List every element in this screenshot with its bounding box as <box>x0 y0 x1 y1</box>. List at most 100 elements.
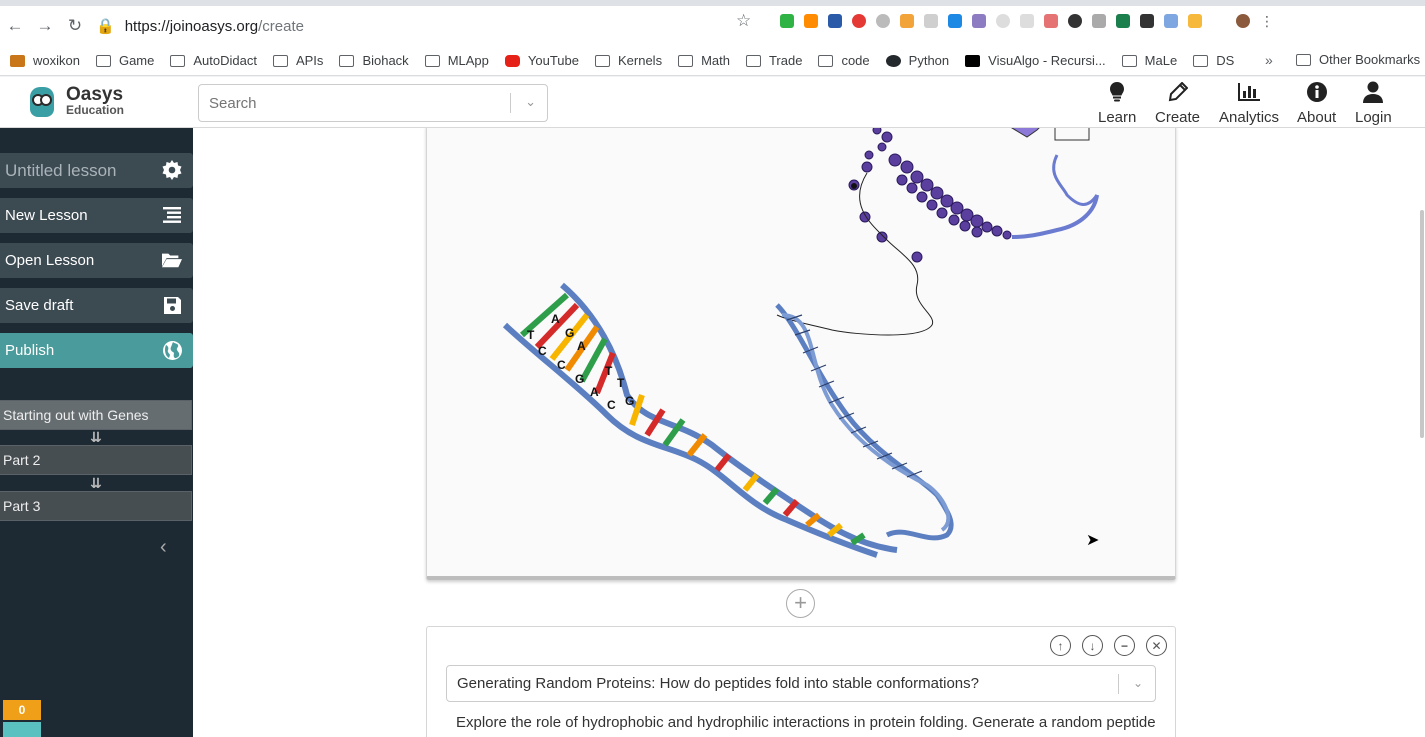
extension-icon[interactable] <box>996 14 1010 28</box>
owl-logo-icon <box>30 86 54 117</box>
image-block[interactable]: T A C G A C T G T A C G <box>426 128 1176 580</box>
reload-icon[interactable]: ↻ <box>60 11 90 41</box>
bookmark-item[interactable]: Game <box>95 53 154 68</box>
bookmark-label: YouTube <box>527 53 579 68</box>
visualgo-icon <box>965 54 981 67</box>
new-lesson-button[interactable]: New Lesson <box>0 198 193 233</box>
extension-icon[interactable] <box>924 14 938 28</box>
logo[interactable]: Oasys Education <box>30 85 124 117</box>
button-label: Publish <box>5 342 55 359</box>
gear-icon[interactable] <box>162 160 182 180</box>
lesson-part-item[interactable]: Part 3 <box>0 491 192 521</box>
search-divider <box>510 93 511 113</box>
bookmark-star-icon[interactable]: ☆ <box>736 11 751 31</box>
extension-icon[interactable] <box>852 14 866 28</box>
menu-icon[interactable]: ⋮ <box>1260 14 1274 28</box>
select-divider <box>1118 674 1119 694</box>
lesson-title-field[interactable]: Untitled lesson <box>0 153 193 188</box>
extension-icon[interactable] <box>1140 14 1154 28</box>
open-lesson-button[interactable]: Open Lesson <box>0 243 193 278</box>
nav-about[interactable]: About <box>1297 79 1336 126</box>
profile-avatar-icon[interactable] <box>1236 14 1250 28</box>
back-icon[interactable]: ← <box>0 11 30 41</box>
bookmark-item[interactable]: YouTube <box>504 53 579 68</box>
nav-create[interactable]: Create <box>1155 79 1200 126</box>
nav-learn[interactable]: Learn <box>1098 79 1136 126</box>
mouse-cursor-icon: ➤ <box>1086 532 1100 549</box>
bookmarks-overflow-button[interactable]: » <box>1265 52 1273 68</box>
lesson-part-item[interactable]: Starting out with Genes <box>0 400 192 430</box>
nav-login[interactable]: Login <box>1355 79 1392 126</box>
part-label: Part 2 <box>3 452 41 468</box>
bookmark-label: MLApp <box>447 53 489 68</box>
search-input[interactable] <box>199 85 499 121</box>
bookmark-item[interactable]: MaLe <box>1121 53 1177 68</box>
dna-base-letter: C <box>607 398 616 412</box>
extension-icon[interactable] <box>1188 14 1202 28</box>
body-text[interactable]: Explore the role of hydrophobic and hydr… <box>456 714 1161 731</box>
bookmark-label: Trade <box>768 53 803 68</box>
extension-icon[interactable] <box>1164 14 1178 28</box>
extension-icon[interactable] <box>1068 14 1082 28</box>
bookmark-item[interactable]: Biohack <box>339 53 409 68</box>
chevron-down-icon[interactable]: ⌄ <box>1133 666 1143 701</box>
nav-label: Analytics <box>1219 109 1280 126</box>
move-down-icon[interactable]: ↓ <box>1082 635 1103 656</box>
bookmark-item[interactable]: VisuAlgo - Recursi... <box>965 53 1106 68</box>
merge-arrow-icon[interactable]: ⇊ <box>89 430 103 444</box>
bookmark-item[interactable]: Python <box>885 53 949 68</box>
extension-icon[interactable] <box>1044 14 1058 28</box>
remove-icon[interactable]: − <box>1114 635 1135 656</box>
bookmark-label: AutoDidact <box>193 53 257 68</box>
page-scrollbar[interactable] <box>1420 210 1424 438</box>
extension-icon[interactable] <box>1116 14 1130 28</box>
bookmark-item[interactable]: APIs <box>272 53 323 68</box>
add-block-button[interactable]: + <box>786 589 815 618</box>
extension-icon[interactable] <box>1020 14 1034 28</box>
folder-icon <box>170 54 186 67</box>
extension-icon[interactable] <box>900 14 914 28</box>
cube-icon <box>818 54 834 67</box>
forward-icon[interactable]: → <box>30 11 60 41</box>
bookmark-item[interactable]: code <box>818 53 870 68</box>
bookmark-item[interactable]: AutoDidact <box>170 53 257 68</box>
text-block[interactable]: ↑ ↓ − ✕ Generating Random Proteins: How … <box>426 626 1176 737</box>
nav-analytics[interactable]: Analytics <box>1219 79 1279 126</box>
other-bookmarks[interactable]: Other Bookmarks <box>1296 52 1420 67</box>
extension-icon[interactable] <box>780 14 794 28</box>
publish-button[interactable]: Publish <box>0 333 193 368</box>
collapse-sidebar-icon[interactable]: ‹ <box>160 536 167 559</box>
dna-base-letter: C <box>557 358 566 372</box>
chevron-down-icon[interactable]: ⌄ <box>525 94 536 110</box>
merge-arrow-icon[interactable]: ⇊ <box>89 476 103 490</box>
extension-icon[interactable] <box>876 14 890 28</box>
extension-icon[interactable] <box>1212 14 1226 28</box>
bookmark-item[interactable]: Trade <box>745 53 803 68</box>
move-up-icon[interactable]: ↑ <box>1050 635 1071 656</box>
lesson-part-item[interactable]: Part 2 <box>0 445 192 475</box>
bookmark-label: Biohack <box>362 53 409 68</box>
close-icon[interactable]: ✕ <box>1146 635 1167 656</box>
bar-chart-icon <box>1238 79 1261 105</box>
globe-icon <box>162 340 182 360</box>
bookmark-label: Kernels <box>617 53 663 68</box>
dna-chromosome-illustration: T A C G A C T G T A C G <box>502 128 1099 558</box>
bookmark-item[interactable]: DS <box>1193 53 1234 68</box>
bookmark-item[interactable]: Kernels <box>594 53 663 68</box>
bookmark-item[interactable]: Math <box>678 53 730 68</box>
search-box[interactable]: ⌄ <box>198 84 548 122</box>
heading-select[interactable]: Generating Random Proteins: How do pepti… <box>446 665 1156 702</box>
extension-icon[interactable] <box>804 14 818 28</box>
extension-icon[interactable] <box>948 14 962 28</box>
extension-icon[interactable] <box>972 14 986 28</box>
url-field[interactable]: 🔒 https://joinoasys.org/create <box>96 11 706 41</box>
lock-icon: 🔒 <box>96 18 115 35</box>
extension-icons: ⋮ <box>780 14 1274 28</box>
save-draft-button[interactable]: Save draft <box>0 288 193 323</box>
dna-base-letter: T <box>617 376 625 390</box>
extension-icon[interactable] <box>828 14 842 28</box>
extension-icon[interactable] <box>1092 14 1106 28</box>
bookmark-item[interactable]: woxikon <box>10 53 80 68</box>
bookmark-item[interactable]: MLApp <box>424 53 489 68</box>
folder-icon <box>745 54 761 67</box>
